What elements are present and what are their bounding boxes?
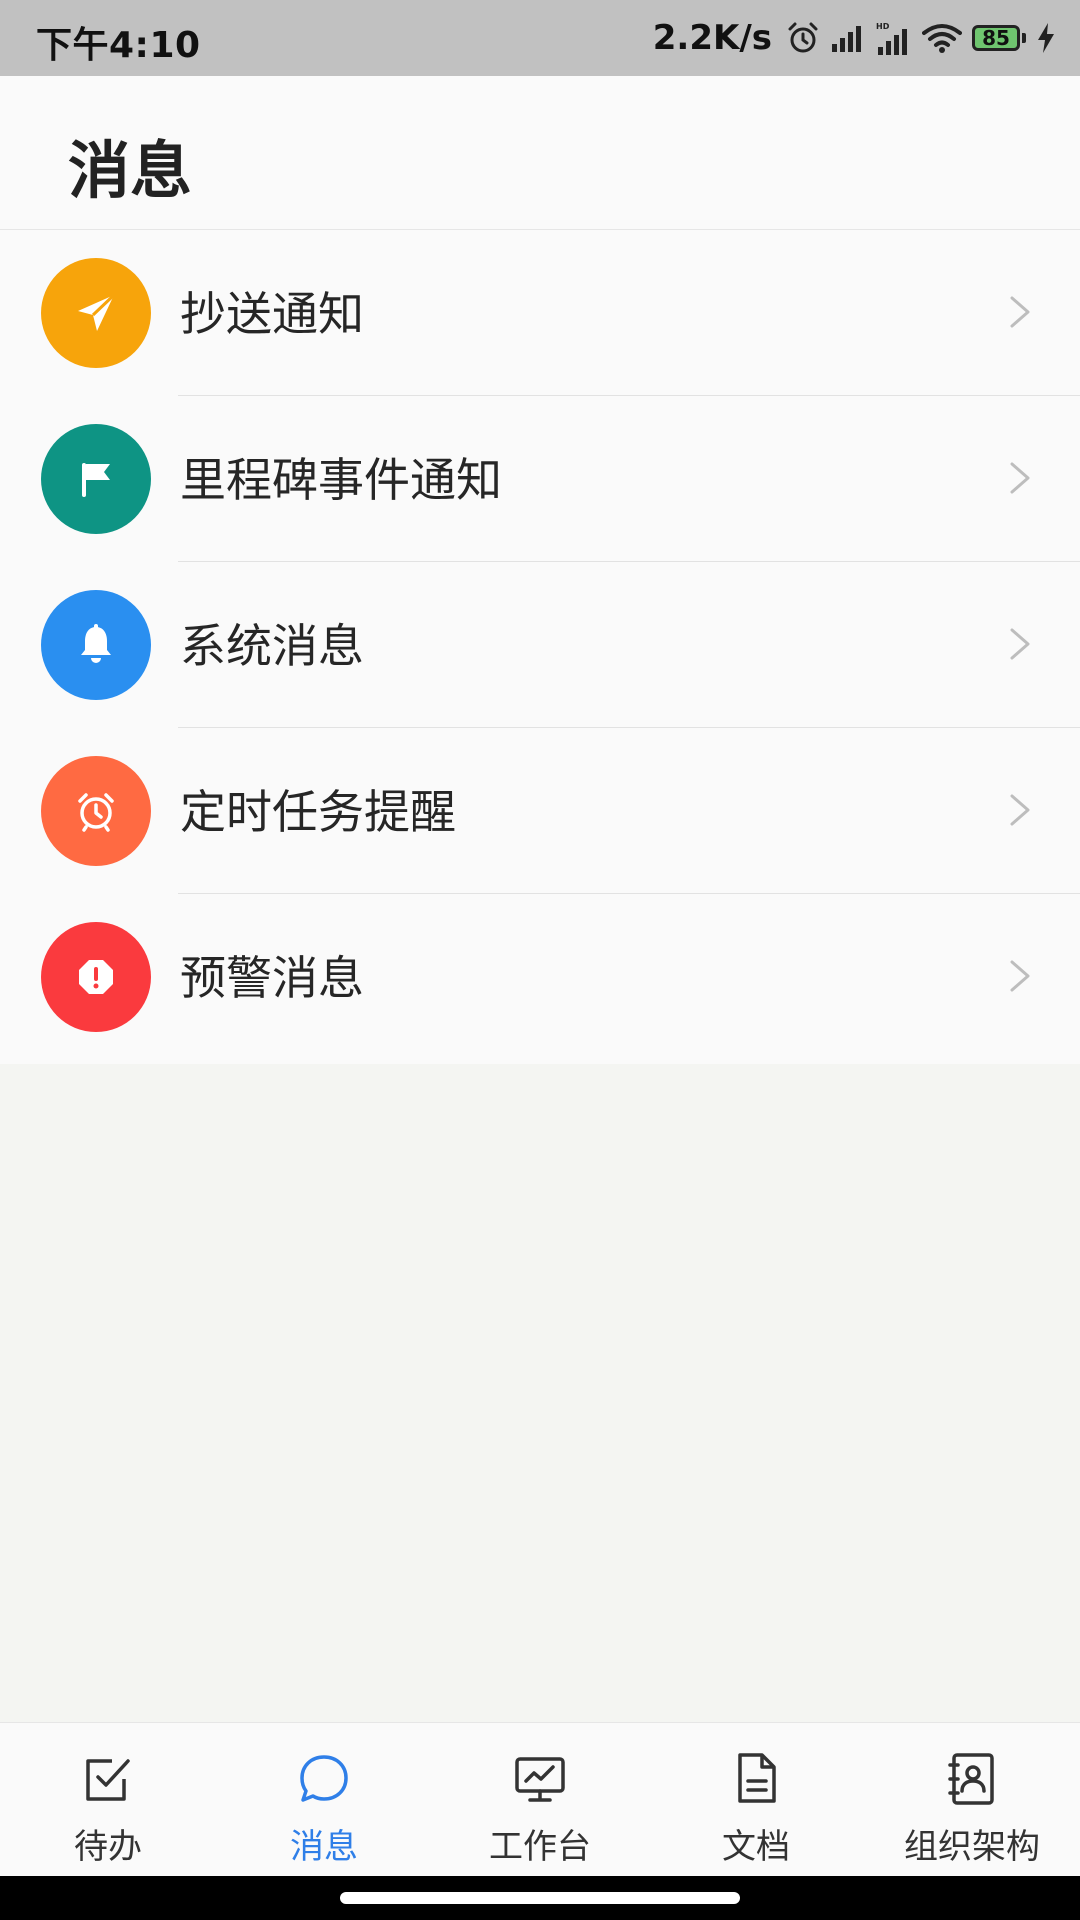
list-item-scheduled-task-reminder[interactable]: 定时任务提醒	[0, 728, 1080, 894]
todo-check-icon	[86, 1759, 130, 1801]
network-speed: 2.2K/s	[652, 18, 772, 58]
warning-octagon-icon	[41, 922, 151, 1032]
bottom-navigation: 待办 消息 工作台 文档 组织架构	[0, 1722, 1080, 1876]
list-item-milestone-notice[interactable]: 里程碑事件通知	[0, 396, 1080, 562]
list-item-label: 抄送通知	[180, 287, 364, 341]
status-time: 下午4:10	[36, 25, 201, 66]
document-icon	[738, 1753, 776, 1803]
svg-text:HD: HD	[876, 22, 890, 31]
nav-label: 文档	[722, 1827, 790, 1867]
nav-item-organization[interactable]: 组织架构	[864, 1723, 1080, 1876]
nav-item-todo[interactable]: 待办	[0, 1723, 216, 1876]
battery-icon: 85	[972, 25, 1026, 51]
chevron-right-icon	[1010, 794, 1030, 826]
wifi-icon	[922, 24, 962, 53]
message-category-list: 抄送通知 里程碑事件通知 系统消息 定时任务提醒 预警消息	[0, 230, 1080, 1064]
charging-icon	[1038, 23, 1054, 53]
contact-book-icon	[948, 1753, 994, 1805]
nav-label: 待办	[74, 1827, 142, 1867]
nav-item-messages[interactable]: 消息	[216, 1723, 432, 1876]
list-item-label: 定时任务提醒	[180, 785, 456, 839]
list-item-warning-message[interactable]: 预警消息	[0, 894, 1080, 1060]
page-title: 消息	[68, 134, 193, 207]
system-nav-bar	[0, 1876, 1080, 1920]
battery-level: 85	[972, 25, 1020, 51]
nav-item-documents[interactable]: 文档	[648, 1723, 864, 1876]
bell-icon	[41, 590, 151, 700]
monitor-chart-icon	[515, 1757, 565, 1802]
nav-item-workbench[interactable]: 工作台	[432, 1723, 648, 1876]
chevron-right-icon	[1010, 960, 1030, 992]
alarm-clock-icon	[41, 756, 151, 866]
chevron-right-icon	[1010, 462, 1030, 494]
list-item-label: 里程碑事件通知	[180, 453, 502, 507]
list-item-cc-notice[interactable]: 抄送通知	[0, 230, 1080, 396]
page-header: 消息	[0, 76, 1080, 230]
alarm-icon	[788, 22, 818, 53]
chevron-right-icon	[1010, 628, 1030, 660]
nav-label: 组织架构	[904, 1827, 1040, 1867]
flag-icon	[41, 424, 151, 534]
chat-bubble-icon	[300, 1755, 348, 1802]
list-item-system-message[interactable]: 系统消息	[0, 562, 1080, 728]
signal-hd-icon: HD	[876, 22, 907, 55]
status-icons: 2.2K/s HD 85	[653, 16, 1056, 60]
status-bar: 下午4:10 2.2K/s HD 85	[0, 0, 1080, 76]
paper-plane-icon	[41, 258, 151, 368]
list-item-label: 预警消息	[180, 951, 364, 1005]
signal-icon	[832, 26, 861, 52]
list-item-label: 系统消息	[180, 619, 364, 673]
nav-label: 工作台	[489, 1827, 591, 1867]
home-indicator[interactable]	[340, 1892, 740, 1904]
chevron-right-icon	[1010, 296, 1030, 328]
nav-label: 消息	[290, 1827, 358, 1867]
